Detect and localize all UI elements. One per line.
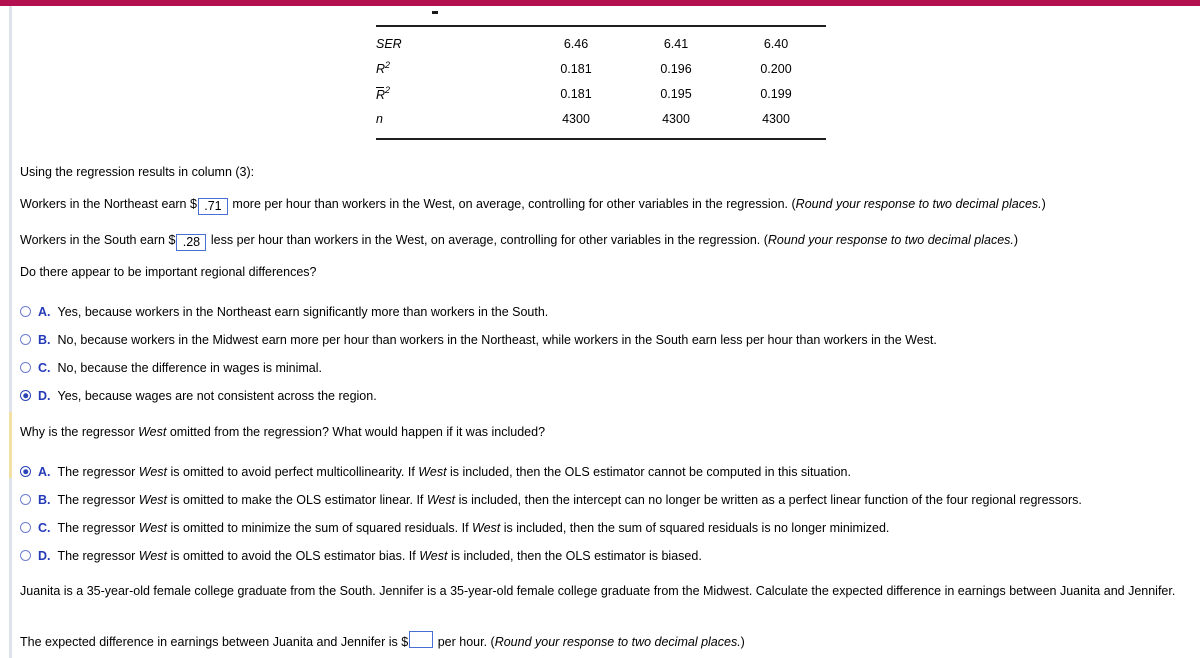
question-2-prompt-part1: Why is the regressor (20, 425, 139, 439)
question-2-prompt-part2: omitted from the regression? What would … (166, 425, 546, 439)
n-col3: 4300 (762, 111, 790, 126)
r2-col3: 0.200 (760, 61, 792, 76)
fill-in-2-middle: less per hour than workers in the West, … (210, 233, 768, 247)
radio-q2-b[interactable] (20, 494, 31, 505)
r2bar-col1: 0.181 (560, 86, 592, 101)
radio-q2-d[interactable] (20, 550, 31, 561)
table-bottom-rule (376, 138, 826, 140)
question-2-option-d[interactable]: D. The regressor West is omitted to avoi… (20, 548, 702, 564)
question-1-option-c[interactable]: C. No, because the difference in wages i… (20, 360, 322, 376)
option-letter-q2-d: D. (38, 549, 51, 563)
fill-in-3-middle: per hour. ( (437, 635, 495, 649)
row-label-ser: SER (376, 36, 402, 51)
row-label-r-squared: R2 (376, 60, 391, 77)
table-row-ser: SER 6.46 6.41 6.40 (376, 31, 826, 56)
table-row-adjusted-r-squared: R2 0.181 0.195 0.199 (376, 81, 826, 106)
r2-col1: 0.181 (560, 61, 592, 76)
r2bar-col2: 0.195 (660, 86, 692, 101)
regression-results-table: SER 6.46 6.41 6.40 R2 0.181 0.196 0.200 … (376, 6, 826, 140)
option-text-q1-a: Yes, because workers in the Northeast ea… (57, 305, 549, 319)
fill-in-1-prefix: Workers in the Northeast earn $ (20, 197, 197, 211)
radio-q1-c[interactable] (20, 362, 31, 373)
question-2-prompt-italic: West (138, 425, 167, 439)
r2bar-col3: 0.199 (760, 86, 792, 101)
intro-line: Using the regression results in column (… (20, 165, 255, 179)
r2-col2: 0.196 (660, 61, 692, 76)
radio-q1-b[interactable] (20, 334, 31, 345)
option-letter-q2-c: C. (38, 521, 51, 535)
radio-q2-a[interactable] (20, 466, 31, 477)
fill-in-statement-northeast: Workers in the Northeast earn $ .71 more … (20, 196, 1185, 215)
fill-in-1-middle: more per hour than workers in the West, … (232, 197, 796, 211)
fill-in-1-suffix: ) (1041, 197, 1046, 211)
row-label-adjusted-r-squared: R2 (376, 85, 391, 102)
fill-in-3-round-note: Round your response to two decimal place… (494, 635, 741, 649)
answer-input-northeast[interactable]: .71 (197, 198, 228, 215)
fill-in-statement-difference: The expected difference in earnings betw… (20, 631, 1185, 650)
option-letter-q1-c: C. (38, 361, 51, 375)
option-letter-q2-a: A. (38, 465, 51, 479)
ser-col2: 6.41 (663, 36, 689, 51)
row-label-n: n (376, 111, 383, 126)
option-letter-q1-d: D. (38, 389, 51, 403)
n-col1: 4300 (562, 111, 590, 126)
option-text-q1-b: No, because workers in the Midwest earn … (57, 333, 937, 347)
answer-input-south[interactable]: .28 (176, 234, 207, 251)
question-1-option-d[interactable]: D. Yes, because wages are not consistent… (20, 388, 377, 404)
option-text-q2-a: The regressor West is omitted to avoid p… (57, 465, 851, 479)
question-2-option-a[interactable]: A. The regressor West is omitted to avoi… (20, 464, 851, 480)
radio-q1-d[interactable] (20, 390, 31, 401)
radio-q1-a[interactable] (20, 306, 31, 317)
option-letter-q1-b: B. (38, 333, 51, 347)
table-row-r-squared: R2 0.181 0.196 0.200 (376, 56, 826, 81)
scenario-line-1: Juanita is a 35-year-old female college … (20, 584, 1101, 598)
option-text-q2-c: The regressor West is omitted to minimiz… (57, 521, 890, 535)
option-text-q2-d: The regressor West is omitted to avoid t… (57, 549, 702, 563)
option-letter-q1-a: A. (38, 305, 51, 319)
ser-col3: 6.40 (763, 36, 789, 51)
fill-in-2-prefix: Workers in the South earn $ (20, 233, 176, 247)
question-2-option-c[interactable]: C. The regressor West is omitted to mini… (20, 520, 889, 536)
radio-q2-c[interactable] (20, 522, 31, 533)
question-page: SER 6.46 6.41 6.40 R2 0.181 0.196 0.200 … (0, 6, 1200, 658)
question-1-option-b[interactable]: B. No, because workers in the Midwest ea… (20, 332, 937, 348)
table-row-n: n 4300 4300 4300 (376, 106, 826, 131)
ser-col1: 6.46 (563, 36, 589, 51)
fill-in-statement-south: Workers in the South earn $ .28 less per … (20, 232, 1185, 251)
table-top-rule (376, 25, 826, 27)
option-text-q2-b: The regressor West is omitted to make th… (57, 493, 1082, 507)
table-tick-mark (432, 11, 438, 14)
fill-in-3-suffix: ) (740, 635, 745, 649)
scenario-paragraph: Juanita is a 35-year-old female college … (20, 583, 1195, 599)
option-text-q1-c: No, because the difference in wages is m… (57, 361, 323, 375)
question-2-option-b[interactable]: B. The regressor West is omitted to make… (20, 492, 1082, 508)
fill-in-3-prefix: The expected difference in earnings betw… (20, 635, 409, 649)
answer-input-difference[interactable] (409, 631, 434, 648)
option-letter-q2-b: B. (38, 493, 51, 507)
fill-in-1-round-note: Round your response to two decimal place… (795, 197, 1042, 211)
question-2-prompt: Why is the regressor West omitted from t… (20, 424, 545, 440)
question-1-option-a[interactable]: A. Yes, because workers in the Northeast… (20, 304, 548, 320)
scenario-line-2: and Jennifer. (1103, 584, 1176, 598)
fill-in-2-round-note: Round your response to two decimal place… (767, 233, 1014, 247)
fill-in-2-suffix: ) (1013, 233, 1019, 247)
question-1-prompt: Do there appear to be important regional… (20, 265, 317, 279)
n-col2: 4300 (662, 111, 690, 126)
option-text-q1-d: Yes, because wages are not consistent ac… (57, 389, 377, 403)
